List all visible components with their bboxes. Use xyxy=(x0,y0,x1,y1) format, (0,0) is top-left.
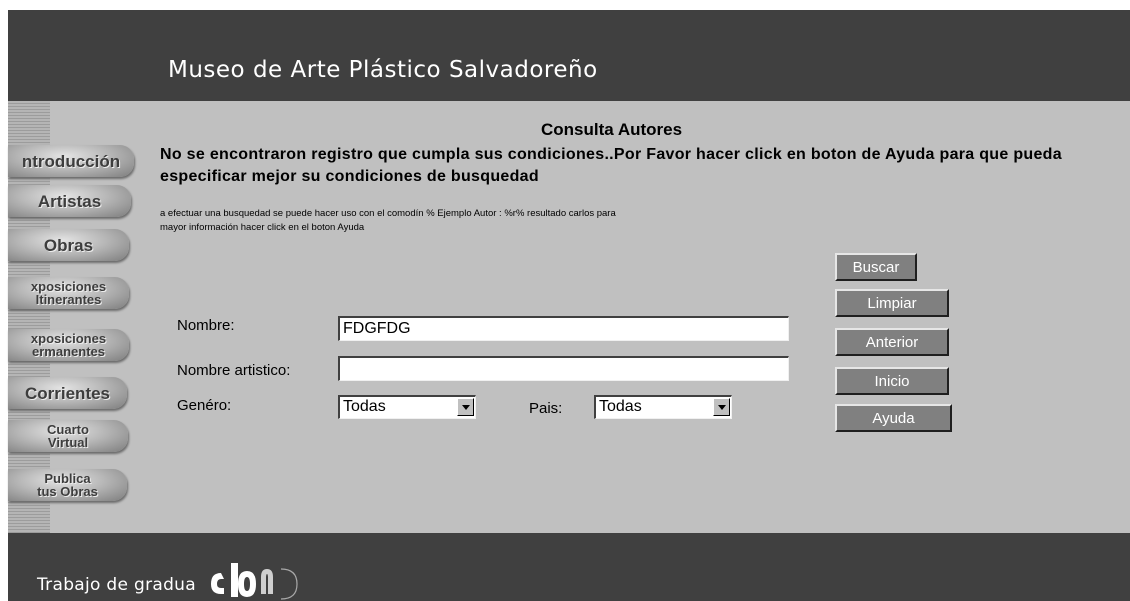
genero-label: Genéro: xyxy=(177,397,232,414)
form-title: Consulta Autores xyxy=(541,120,683,139)
ayuda-button[interactable]: Ayuda xyxy=(835,404,952,432)
pais-label: Pais: xyxy=(529,400,563,417)
site-header: Museo de Arte Plástico Salvadoreño xyxy=(8,10,1130,101)
search-hint-line2: mayor información hacer click en el boto… xyxy=(160,222,365,233)
nav-label: ntroducción xyxy=(21,151,121,171)
nav-label-line2: Virtual xyxy=(47,435,89,450)
main-panel: ntroducción Artistas Obras xposiciones I… xyxy=(8,101,1130,533)
nombre-artistico-input[interactable] xyxy=(338,356,789,381)
nav-artistas[interactable]: Artistas xyxy=(8,185,131,217)
search-hint-line1: a efectuar una busquedad se puede hacer … xyxy=(160,208,616,219)
pais-select[interactable]: Todas xyxy=(594,395,732,419)
nombre-artistico-label: Nombre artistico: xyxy=(177,362,291,379)
site-footer: Trabajo de gradua xyxy=(8,533,1130,601)
nav-label: Obras xyxy=(43,235,94,255)
nav-label-line2: ermanentes xyxy=(32,344,105,359)
nav-publica-tus-obras[interactable]: Publica tus Obras xyxy=(8,469,127,501)
nav-label-line2: Itinerantes xyxy=(35,292,102,307)
nav-exposiciones-permanentes[interactable]: xposiciones ermanentes xyxy=(8,329,129,361)
chevron-down-icon[interactable] xyxy=(457,398,474,416)
anterior-button[interactable]: Anterior xyxy=(835,328,949,356)
nav-cuarto-virtual[interactable]: Cuarto Virtual xyxy=(8,420,128,452)
buscar-button[interactable]: Buscar xyxy=(835,253,917,281)
footer-text: Trabajo de gradua xyxy=(37,575,196,595)
nav-label: Artistas xyxy=(37,191,102,211)
chevron-down-icon[interactable] xyxy=(713,398,730,416)
pais-select-value: Todas xyxy=(599,398,642,415)
nav-obras[interactable]: Obras xyxy=(8,229,129,261)
site-title: Museo de Arte Plástico Salvadoreño xyxy=(168,57,598,83)
nav-exposiciones-itinerantes[interactable]: xposiciones Itinerantes xyxy=(8,277,129,309)
nav-corrientes[interactable]: Corrientes xyxy=(8,377,127,409)
genero-select-value: Todas xyxy=(343,398,386,415)
search-hint: a efectuar una busquedad se puede hacer … xyxy=(160,207,960,235)
footer-logo xyxy=(211,563,298,600)
genero-select[interactable]: Todas xyxy=(338,395,476,419)
limpiar-button[interactable]: Limpiar xyxy=(835,289,949,317)
nombre-label: Nombre: xyxy=(177,317,235,334)
nav-label-line2: tus Obras xyxy=(37,484,98,499)
nombre-input[interactable] xyxy=(338,316,789,341)
nav-label: Corrientes xyxy=(24,383,111,403)
nav-introduccion[interactable]: ntroducción xyxy=(8,145,134,177)
inicio-button[interactable]: Inicio xyxy=(835,367,949,395)
no-results-warning: No se encontraron registro que cumpla su… xyxy=(160,146,1062,185)
